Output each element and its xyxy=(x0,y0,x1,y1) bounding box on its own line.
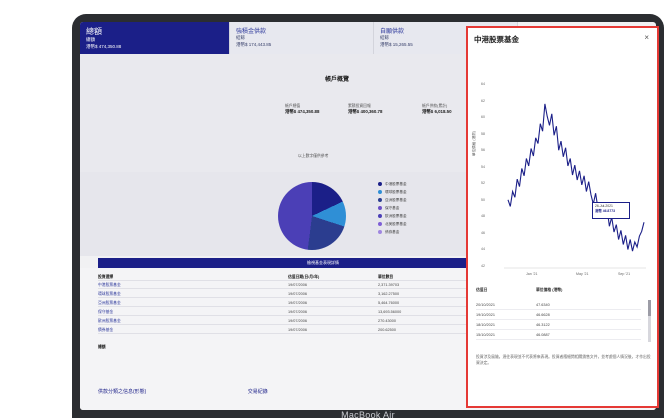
chart-tooltip: 26-Jul-2021 港幣 46.8773 xyxy=(592,202,630,219)
scrollbar-thumb[interactable] xyxy=(648,300,651,316)
legend-label: 環球股票基金 xyxy=(385,189,407,194)
price-date: 20/10/2021 xyxy=(476,302,496,307)
legend-dot xyxy=(378,206,382,210)
tab-mpf-value: 港幣$ 174,443.85 xyxy=(236,42,272,47)
stat-total-value: 港幣$ 474,350.88 xyxy=(285,109,320,114)
table-cell: 債券基金 xyxy=(98,327,114,332)
table-cell: 亞洲股票基金 xyxy=(98,300,121,305)
stat-return-value: 港幣$ 400,360.78 xyxy=(348,109,383,114)
tab-total-value: 港幣$ 474,350.88 xyxy=(86,44,122,49)
holdings-col-fund: 投資選擇 xyxy=(98,274,114,279)
tab-mpf-sub: 結餘 xyxy=(236,35,245,40)
table-cell: 歐洲股票基金 xyxy=(98,318,121,323)
stat-return: 累積投資回報 港幣$ 400,360.78 xyxy=(348,104,382,115)
tab-total-sub: 總額 xyxy=(86,37,95,42)
stat-contribution: 帳戶供款(累計) 港幣$ 6,018.50 xyxy=(422,104,452,115)
table-cell: 19/07/2006 xyxy=(288,301,308,305)
table-cell: 中港股票基金 xyxy=(98,282,121,287)
fund-detail-panel: 中港股票基金 × 單位價格 (港幣) 64 62 60 58 56 54 52 50 48 46 4… xyxy=(466,26,659,408)
account-note: 以上數字僅供參考 xyxy=(298,154,329,158)
x-tick-label: Jan '21 xyxy=(526,272,538,276)
table-cell: 19/07/2006 xyxy=(288,310,308,314)
table-cell: 保守基金 xyxy=(98,309,114,314)
price-row[interactable]: 15/10/2021 46.0887 xyxy=(476,330,641,340)
legend-dot xyxy=(378,198,382,202)
legend-label: 保守基金 xyxy=(385,205,400,210)
card-transactions[interactable]: 交易紀錄 xyxy=(248,389,268,395)
tab-total[interactable]: 總額 總額 港幣$ 474,350.88 xyxy=(80,22,230,54)
price-table-scrollbar[interactable] xyxy=(648,300,651,342)
price-row[interactable]: 19/10/2021 46.6628 xyxy=(476,310,641,320)
price-series-line xyxy=(507,103,645,252)
legend-label: 中港股票基金 xyxy=(385,181,407,186)
stat-contribution-value: 港幣$ 6,018.50 xyxy=(422,109,452,114)
price-value: 47.6340 xyxy=(536,302,550,307)
price-col-date: 估值日 xyxy=(476,288,488,292)
device-label: MacBook Air xyxy=(341,410,395,418)
bottom-links: 供款分類之信息(形態) 交易紀錄 xyxy=(98,388,268,395)
table-cell: 19/07/2006 xyxy=(288,292,308,296)
panel-footnote: 投資涉及風險。過往表現並不代表將來表現。投資者應細閱相關銷售文件，並考慮個人情況… xyxy=(476,355,651,365)
price-date: 18/10/2021 xyxy=(476,322,496,327)
legend-label: 北美股票基金 xyxy=(385,221,407,226)
account-title: 帳戶概覽 xyxy=(325,77,350,83)
legend-label: 債券基金 xyxy=(385,229,400,234)
table-cell: 19/07/2006 xyxy=(288,283,308,287)
stat-total: 帳戶總值 港幣$ 474,350.88 xyxy=(285,104,319,115)
tab-total-title: 總額 xyxy=(86,27,102,36)
legend-dot xyxy=(378,222,382,226)
legend-label: 亞洲股票基金 xyxy=(385,197,407,202)
price-value: 46.6628 xyxy=(536,312,550,317)
table-cell: 19/07/2006 xyxy=(288,319,308,323)
allocation-pie-chart xyxy=(278,182,346,250)
legend-dot xyxy=(378,230,382,234)
stage: 總額 總額 港幣$ 474,350.88 強積金供款 結餘 港幣$ 174,44… xyxy=(0,0,667,418)
stat-contribution-label: 帳戶供款(累計) xyxy=(422,104,448,108)
legend-label: 歐洲股票基金 xyxy=(385,213,407,218)
price-date: 15/10/2021 xyxy=(476,332,496,337)
x-tick-label: May '21 xyxy=(576,272,589,276)
tab-mpf-title: 強積金供款 xyxy=(236,29,267,35)
price-line-chart xyxy=(504,103,646,269)
tab-mpf[interactable]: 強積金供款 結餘 港幣$ 174,443.85 xyxy=(230,22,374,54)
stat-return-label: 累積投資回報 xyxy=(348,104,371,108)
tooltip-value: 港幣 46.8773 xyxy=(595,209,615,213)
holdings-col-date: 估值日期(日/月/年) xyxy=(288,274,320,279)
table-cell: 環球股票基金 xyxy=(98,291,121,296)
holdings-total-label: 總額 xyxy=(98,345,106,349)
price-row[interactable]: 18/10/2021 46.3122 xyxy=(476,320,641,330)
price-col-value: 單位價格 (港幣) xyxy=(536,288,563,292)
price-table: 20/10/2021 47.6340 19/10/2021 46.6628 18/10/… xyxy=(476,300,641,340)
price-date: 19/10/2021 xyxy=(476,312,496,317)
price-table-header: 估值日 單位價格 (港幣) xyxy=(476,288,641,293)
stat-total-label: 帳戶總值 xyxy=(285,104,301,108)
legend-dot xyxy=(378,182,382,186)
price-value: 46.3122 xyxy=(536,322,550,327)
price-row[interactable]: 20/10/2021 47.6340 xyxy=(476,300,641,310)
price-value: 46.0887 xyxy=(536,332,550,337)
legend-dot xyxy=(378,190,382,194)
card-contribution-info[interactable]: 供款分類之信息(形態) xyxy=(98,389,146,395)
legend-dot xyxy=(378,214,382,218)
table-cell: 19/07/2006 xyxy=(288,328,308,332)
x-tick-label: Sep '21 xyxy=(618,272,631,276)
